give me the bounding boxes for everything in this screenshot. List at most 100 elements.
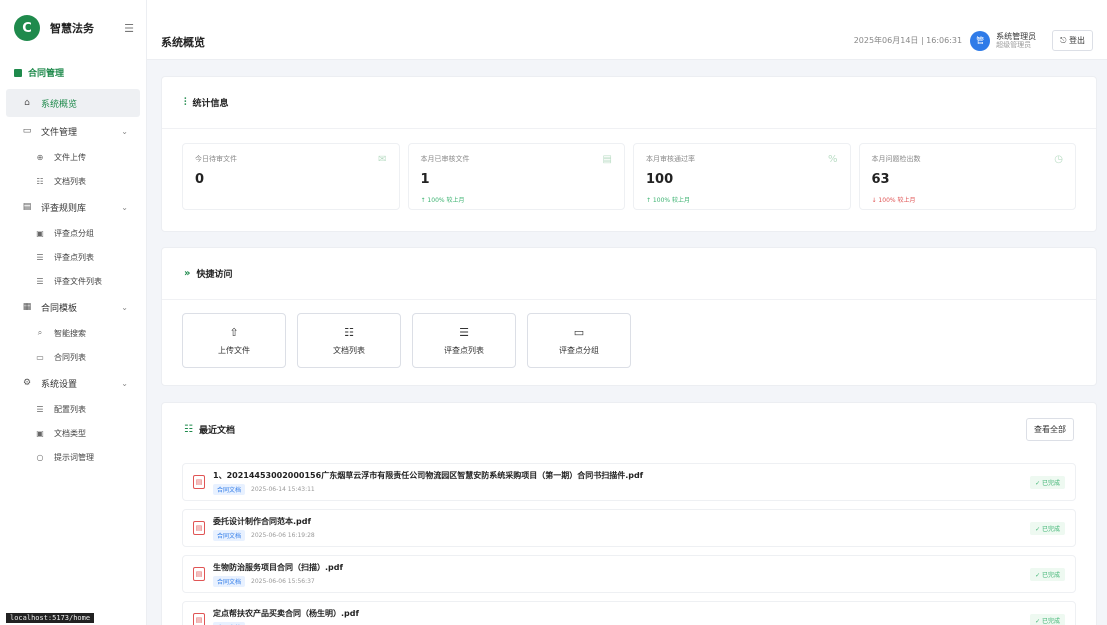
doc-type-tag: 合同文档 xyxy=(213,483,246,495)
sidebar-subitem[interactable]: ▣ 评查点分组 xyxy=(0,221,146,245)
sidebar-item-label: 文件管理 xyxy=(41,127,78,138)
pdf-file-icon: ▤ xyxy=(193,521,205,535)
sidebar-subitem[interactable]: ▭ 合同列表 xyxy=(0,345,146,369)
doc-body: 定点帮扶农产品买卖合同（杨生明）.pdf 合同文档 xyxy=(213,608,359,625)
doc-list-item[interactable]: ▤ 1、20214453002000156广东烟草云浮市有限责任公司物流园区智慧安… xyxy=(182,463,1076,501)
doc-time: 2025-06-14 15:43:11 xyxy=(251,485,315,493)
sidebar-item-1[interactable]: ▭ 文件管理 ⌄ xyxy=(0,117,146,145)
quick-access-button[interactable]: ☷ 文档列表 xyxy=(297,313,401,368)
doc-title[interactable]: 定点帮扶农产品买卖合同（杨生明）.pdf xyxy=(213,608,359,619)
stat-icon: ◷ xyxy=(1054,154,1063,165)
subitem-icon: ▣ xyxy=(36,428,44,438)
doc-list-item[interactable]: ▤ 委托设计制作合同范本.pdf 合同文档 2025-06-06 16:19:28 ✓ … xyxy=(182,509,1076,547)
pdf-file-icon: ▤ xyxy=(193,567,205,581)
sidebar-item-3[interactable]: ▦ 合同模板 ⌄ xyxy=(0,293,146,321)
doc-time: 2025-06-06 16:19:28 xyxy=(251,531,315,539)
subitem-icon: ☰ xyxy=(36,404,44,414)
stat-value: 63 xyxy=(871,172,890,187)
pdf-file-icon: ▤ xyxy=(193,475,205,489)
stats-card-header: ⫶ 统计信息 xyxy=(162,77,1096,129)
doc-meta: 合同文档 2025-06-14 15:43:11 xyxy=(213,483,643,495)
subitem-icon: ☰ xyxy=(36,276,44,286)
sidebar-subitem-label: 评查文件列表 xyxy=(54,276,102,286)
user-info[interactable]: 系统管理员 超级管理员 xyxy=(996,32,1036,50)
stat-icon: ▤ xyxy=(602,154,612,165)
sidebar-item-label: 合同模板 xyxy=(41,303,78,314)
doc-list-item[interactable]: ▤ 定点帮扶农产品买卖合同（杨生明）.pdf 合同文档 ✓ 已完成 xyxy=(182,601,1076,625)
sidebar-item-0[interactable]: ⌂ 系统概览 xyxy=(6,89,140,117)
quick-access-card: » 快捷访问 ⇧ 上传文件 ☷ 文档列表 ☰ 评查点列表 ▭ 评查点分组 xyxy=(161,247,1097,386)
doc-title[interactable]: 1、20214453002000156广东烟草云浮市有限责任公司物流园区智慧安防… xyxy=(213,470,643,481)
sidebar-item-label: 系统概览 xyxy=(41,99,78,110)
avatar[interactable]: 管 xyxy=(970,30,991,51)
bar-chart-icon: ⫶ xyxy=(184,97,187,108)
doc-type-tag: 合同文档 xyxy=(213,621,246,625)
stat-label: 本月审核通过率 xyxy=(646,155,695,163)
quick-access-button[interactable]: ⇧ 上传文件 xyxy=(182,313,286,368)
app-logo[interactable]: C 智慧法务 ☰ xyxy=(0,0,146,56)
stat-icon: ✉ xyxy=(378,154,387,165)
sidebar-subitem-label: 合同列表 xyxy=(54,352,86,362)
quick-access-label: 评查点分组 xyxy=(559,345,599,355)
sidebar-subitem[interactable]: ☷ 文档列表 xyxy=(0,169,146,193)
view-all-button[interactable]: 查看全部 xyxy=(1026,417,1074,441)
sidebar-subitem-label: 评查点列表 xyxy=(54,252,94,262)
status-badge: ✓ 已完成 xyxy=(1030,521,1065,535)
sidebar-item-label: 系统设置 xyxy=(41,379,78,390)
home-icon: ⌂ xyxy=(24,98,30,108)
sidebar-subitem[interactable]: ⌕ 智能搜索 xyxy=(0,321,146,345)
chevron-down-icon[interactable]: ⌄ xyxy=(121,127,128,136)
status-badge: ✓ 已完成 xyxy=(1030,613,1065,625)
logo-mark: C xyxy=(14,15,40,41)
quick-access-label: 上传文件 xyxy=(218,345,250,355)
chevron-down-icon[interactable]: ⌄ xyxy=(121,303,128,312)
logout-button[interactable]: ⎋ 登出 xyxy=(1052,30,1093,51)
sidebar-item-2[interactable]: ▤ 评查规则库 ⌄ xyxy=(0,193,146,221)
quick-access-icon: ⇧ xyxy=(229,325,239,339)
doc-body: 生物防治服务项目合同（扫描）.pdf 合同文档 2025-06-06 15:56:3… xyxy=(213,562,343,587)
stat-icon: % xyxy=(827,154,838,165)
menu-collapse-icon[interactable]: ☰ xyxy=(124,22,134,35)
sidebar-subitem[interactable]: ▣ 文档类型 xyxy=(0,421,146,445)
doc-type-tag: 合同文档 xyxy=(213,529,246,541)
stat-label: 今日待审文件 xyxy=(195,155,237,163)
sidebar-subitem[interactable]: ☰ 配置列表 xyxy=(0,397,146,421)
chevron-down-icon[interactable]: ⌄ xyxy=(121,203,128,212)
quick-access-icon: » xyxy=(184,268,191,279)
subitem-icon: ▭ xyxy=(36,352,44,362)
subitem-icon: ⌕ xyxy=(37,328,43,337)
pdf-file-icon: ▤ xyxy=(193,613,205,625)
sidebar-subitem-label: 配置列表 xyxy=(54,404,86,414)
doc-meta: 合同文档 2025-06-06 16:19:28 xyxy=(213,529,315,541)
stat-card: 本月已审核文件 1 ↑ 100% 较上月 ▤ xyxy=(407,143,625,210)
doc-title[interactable]: 委托设计制作合同范本.pdf xyxy=(213,516,315,527)
page-title: 系统概览 xyxy=(161,35,205,49)
sidebar-subitem[interactable]: ☰ 评查文件列表 xyxy=(0,269,146,293)
doc-meta: 合同文档 xyxy=(213,621,359,625)
stat-trend: ↓ 100% 较上月 xyxy=(871,197,916,204)
status-badge: ✓ 已完成 xyxy=(1030,567,1065,581)
sidebar-subitem-label: 文档类型 xyxy=(54,428,86,438)
book-icon: ▤ xyxy=(22,202,32,212)
sidebar-item-label: 评查规则库 xyxy=(41,203,87,214)
subitem-icon: ⊕ xyxy=(36,152,44,162)
document-list-icon: ☷ xyxy=(184,423,193,435)
doc-body: 委托设计制作合同范本.pdf 合同文档 2025-06-06 16:19:28 xyxy=(213,516,315,541)
recent-docs-list: ▤ 1、20214453002000156广东烟草云浮市有限责任公司物流园区智慧安… xyxy=(162,463,1096,625)
sidebar-subitem[interactable]: ⊕ 文件上传 xyxy=(0,145,146,169)
quick-access-button[interactable]: ▭ 评查点分组 xyxy=(527,313,631,368)
sidebar-subitem-label: 提示词管理 xyxy=(54,452,94,462)
quick-access-button[interactable]: ☰ 评查点列表 xyxy=(412,313,516,368)
template-icon: ▦ xyxy=(22,302,32,312)
chevron-down-icon[interactable]: ⌄ xyxy=(121,379,128,388)
user-role: 超级管理员 xyxy=(996,41,1032,50)
sidebar-subitem[interactable]: ☰ 评查点列表 xyxy=(0,245,146,269)
doc-list-item[interactable]: ▤ 生物防治服务项目合同（扫描）.pdf 合同文档 2025-06-06 15:56:… xyxy=(182,555,1076,593)
status-url: localhost:5173/home xyxy=(6,613,95,623)
quick-access-icon: ▭ xyxy=(573,325,585,339)
sidebar-subitem[interactable]: ○ 提示词管理 xyxy=(0,445,146,469)
doc-title[interactable]: 生物防治服务项目合同（扫描）.pdf xyxy=(213,562,343,573)
sidebar-item-4[interactable]: ⚙ 系统设置 ⌄ xyxy=(0,369,146,397)
stat-label: 本月已审核文件 xyxy=(420,155,470,163)
stat-trend: ↑ 100% 较上月 xyxy=(420,197,465,204)
